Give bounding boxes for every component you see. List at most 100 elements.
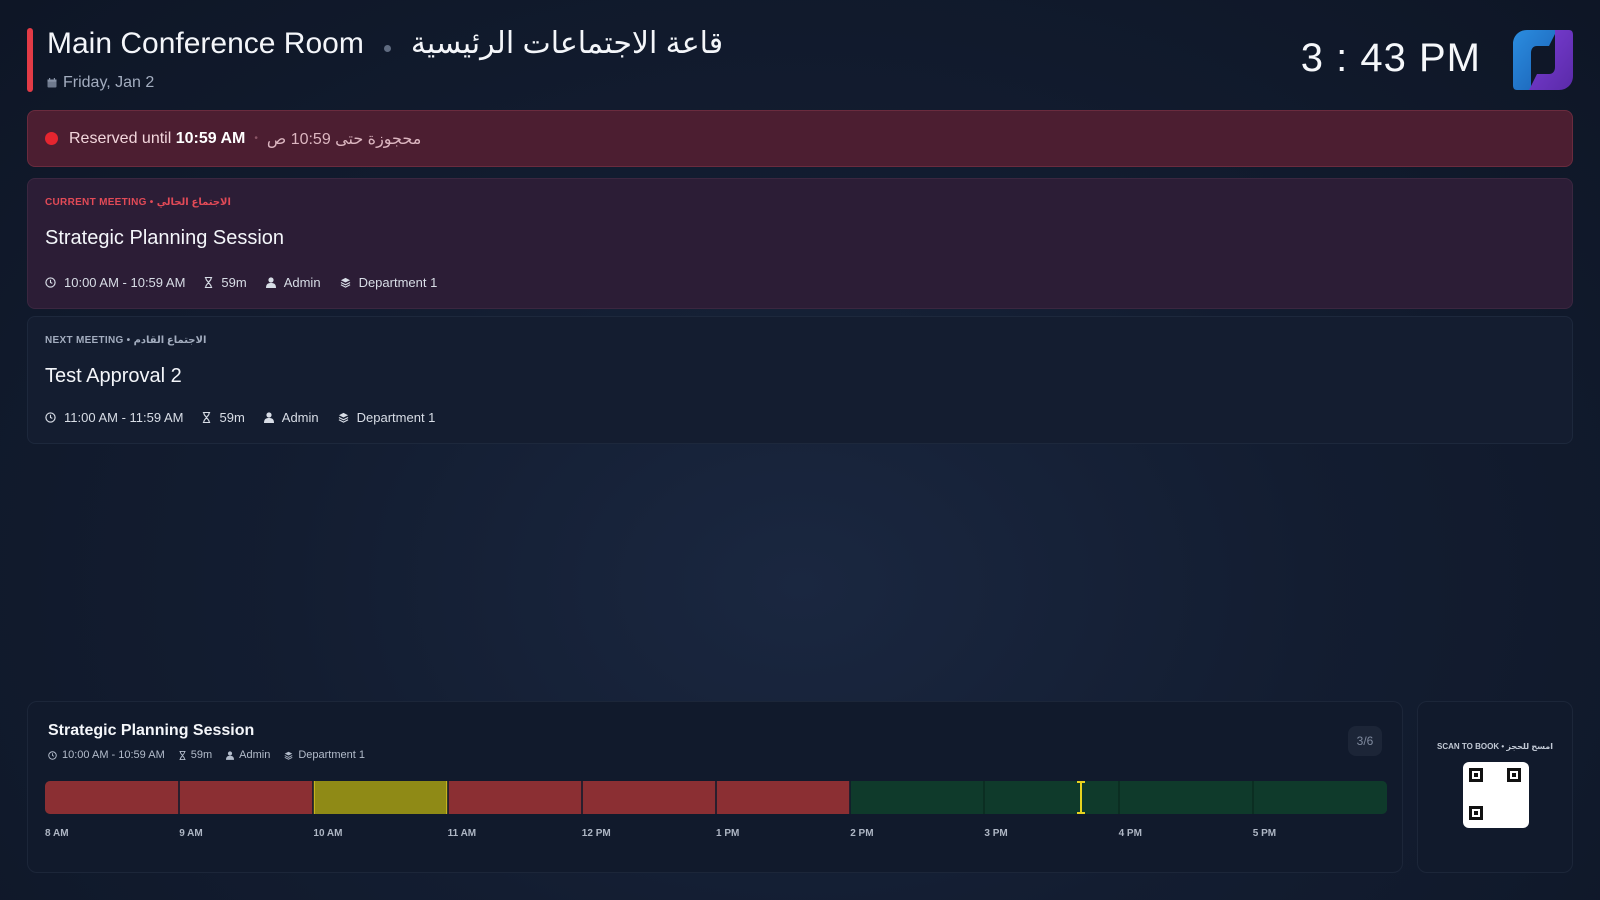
timeline-slot-busy[interactable] bbox=[179, 781, 314, 814]
status-time: 10:59 AM bbox=[175, 129, 246, 147]
meeting-department-text: Department 1 bbox=[358, 275, 438, 290]
clock-icon bbox=[48, 750, 57, 760]
meeting-duration: 59m bbox=[202, 410, 245, 425]
status-accent-bar bbox=[27, 28, 33, 92]
hourglass-icon bbox=[205, 277, 213, 288]
timeline-hour-label: 3 PM bbox=[984, 828, 1008, 839]
timeline-department: Department 1 bbox=[284, 749, 365, 761]
timeline-slot-busy[interactable] bbox=[581, 781, 716, 814]
timeline-hour-label: 9 AM bbox=[179, 828, 203, 839]
timeline-meeting-title: Strategic Planning Session bbox=[48, 722, 255, 739]
room-name-ar: قاعة الاجتماعات الرئيسية bbox=[410, 27, 724, 60]
timeline-slot-busy[interactable] bbox=[716, 781, 851, 814]
timeline-hour-label: 8 AM bbox=[45, 828, 69, 839]
status-separator: • bbox=[254, 133, 258, 144]
status-indicator-dot bbox=[45, 132, 58, 145]
date-text: Friday, Jan 2 bbox=[63, 74, 155, 91]
reservation-status-banner: Reserved until 10:59 AM • محجوزة حتى 10:… bbox=[27, 110, 1573, 167]
current-meeting-card[interactable]: CURRENT MEETING • الاجتماع الحالي Strate… bbox=[27, 178, 1573, 309]
clock-icon bbox=[45, 277, 56, 288]
timeline-hour-label: 2 PM bbox=[850, 828, 874, 839]
room-name-en: Main Conference Room bbox=[47, 26, 364, 60]
current-time-indicator-cap bbox=[1077, 812, 1086, 814]
clock-icon bbox=[45, 412, 56, 423]
user-icon bbox=[263, 412, 274, 423]
qr-finder-top-left bbox=[1469, 768, 1483, 782]
timeline-hour-divider bbox=[312, 781, 315, 814]
layers-icon bbox=[340, 277, 350, 288]
timeline-time-text: 10:00 AM - 10:59 AM bbox=[62, 749, 165, 761]
meeting-time: 10:00 AM - 10:59 AM bbox=[45, 275, 185, 290]
current-meeting-meta: 10:00 AM - 10:59 AM 59m Admin Department… bbox=[45, 275, 456, 290]
scan-to-book-label: SCAN TO BOOK • امسح للحجز bbox=[1437, 742, 1553, 751]
qr-finder-bottom-left bbox=[1469, 806, 1483, 820]
status-text-ar: محجوزة حتى 10:59 ص bbox=[266, 130, 422, 148]
timeline-hour-divider bbox=[715, 781, 717, 814]
timeline-organizer-text: Admin bbox=[239, 749, 271, 761]
meeting-time-text: 11:00 AM - 11:59 AM bbox=[64, 410, 184, 425]
title-separator-dot bbox=[383, 45, 391, 52]
meeting-pager[interactable]: 3/6 bbox=[1348, 726, 1382, 756]
header: Main Conference Room قاعة الاجتماعات الر… bbox=[27, 26, 1573, 92]
meeting-organizer: Admin bbox=[263, 410, 319, 425]
meeting-department: Department 1 bbox=[338, 410, 436, 425]
qr-code[interactable] bbox=[1463, 762, 1529, 828]
current-meeting-title: Strategic Planning Session bbox=[45, 227, 285, 249]
clock: 3 : 43 PM bbox=[1300, 36, 1481, 80]
qr-booking-panel: SCAN TO BOOK • امسح للحجز bbox=[1417, 701, 1573, 873]
next-meeting-title: Test Approval 2 bbox=[45, 365, 182, 387]
timeline-hour-divider bbox=[983, 781, 986, 814]
status-text-en: Reserved until 10:59 AM bbox=[69, 130, 245, 148]
timeline-hour-divider bbox=[178, 781, 181, 814]
meeting-department-text: Department 1 bbox=[356, 410, 436, 425]
timeline-time: 10:00 AM - 10:59 AM bbox=[48, 749, 165, 761]
timeline-slot-busy[interactable] bbox=[447, 781, 582, 814]
calendar-icon bbox=[47, 78, 57, 88]
layers-icon bbox=[284, 751, 293, 760]
hourglass-icon bbox=[203, 412, 211, 423]
user-icon bbox=[226, 750, 235, 760]
meeting-department: Department 1 bbox=[340, 275, 438, 290]
next-meeting-card[interactable]: NEXT MEETING • الاجتماع القادم Test Appr… bbox=[27, 316, 1573, 444]
timeline-hour-label: 1 PM bbox=[716, 828, 740, 839]
room-title: Main Conference Room قاعة الاجتماعات الر… bbox=[47, 26, 723, 61]
meeting-duration-text: 59m bbox=[219, 410, 245, 425]
timeline-hour-label: 10 AM bbox=[313, 828, 343, 839]
timeline-hour-label: 11 AM bbox=[447, 828, 477, 839]
next-meeting-meta: 11:00 AM - 11:59 AM 59m Admin Department… bbox=[45, 410, 454, 425]
timeline-slot-busy[interactable] bbox=[45, 781, 180, 814]
timeline-panel: Strategic Planning Session 10:00 AM - 10… bbox=[27, 701, 1403, 873]
meeting-duration: 59m bbox=[204, 275, 247, 290]
timeline-hour-divider bbox=[1251, 781, 1254, 814]
meeting-organizer-text: Admin bbox=[283, 275, 321, 290]
next-meeting-label: NEXT MEETING • الاجتماع القادم bbox=[45, 335, 207, 346]
timeline-duration: 59m bbox=[179, 749, 212, 761]
timeline-hour-divider bbox=[1117, 781, 1120, 814]
timeline-slot-active[interactable] bbox=[313, 781, 448, 814]
meeting-organizer: Admin bbox=[265, 275, 321, 290]
meeting-time-text: 10:00 AM - 10:59 AM bbox=[64, 275, 186, 290]
current-time-indicator-cap bbox=[1077, 781, 1086, 783]
timeline-hour-label: 4 PM bbox=[1118, 828, 1142, 839]
logo-icon bbox=[1513, 30, 1573, 90]
meeting-time: 11:00 AM - 11:59 AM bbox=[45, 410, 183, 425]
timeline-track[interactable] bbox=[45, 781, 1387, 814]
user-icon bbox=[265, 277, 276, 288]
current-time-indicator bbox=[1080, 781, 1083, 814]
meeting-duration-text: 59m bbox=[221, 275, 247, 290]
timeline-department-text: Department 1 bbox=[298, 749, 365, 761]
date-row: Friday, Jan 2 bbox=[47, 74, 154, 92]
meeting-organizer-text: Admin bbox=[281, 410, 319, 425]
hourglass-icon bbox=[179, 750, 186, 760]
timeline-meeting-meta: 10:00 AM - 10:59 AM 59m Admin Department… bbox=[48, 749, 379, 761]
timeline-duration-text: 59m bbox=[190, 749, 213, 761]
timeline-hour-label: 12 PM bbox=[581, 828, 611, 839]
qr-finder-top-right bbox=[1507, 768, 1521, 782]
layers-icon bbox=[338, 412, 348, 423]
timeline-hour-divider bbox=[580, 781, 583, 814]
status-prefix: Reserved until bbox=[69, 129, 176, 147]
timeline-hour-label: 5 PM bbox=[1252, 828, 1277, 839]
timeline-hour-divider bbox=[446, 781, 449, 814]
timeline-hour-divider bbox=[849, 781, 852, 814]
timeline-organizer: Admin bbox=[226, 749, 270, 761]
